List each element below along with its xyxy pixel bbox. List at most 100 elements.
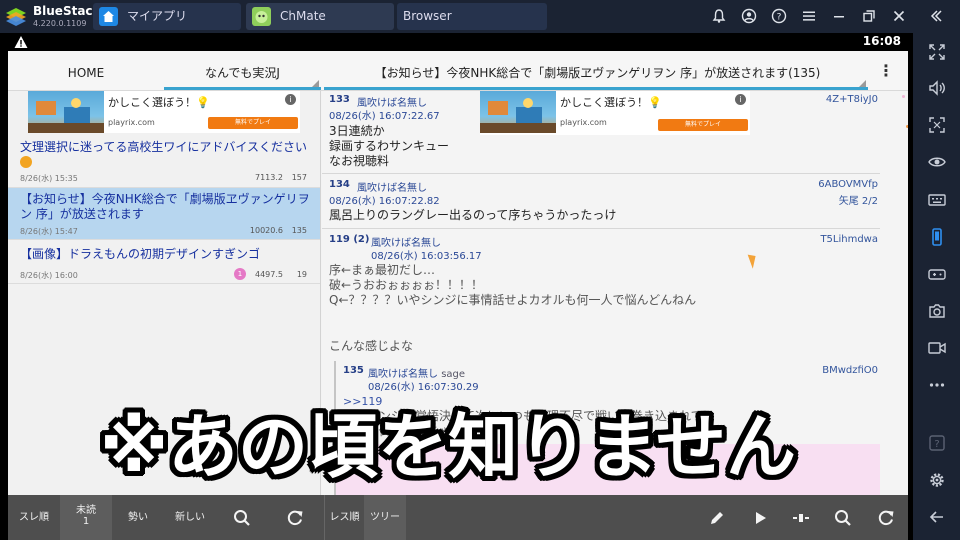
bulb-icon: 💡 bbox=[196, 96, 210, 109]
minimize-icon[interactable] bbox=[831, 8, 847, 24]
home-icon bbox=[99, 7, 118, 26]
back-arrow-icon[interactable] bbox=[927, 507, 947, 527]
settings-icon[interactable] bbox=[927, 470, 947, 490]
thread-row-selected[interactable]: 【お知らせ】今夜NHK総合で「劇場版ヱヴァンゲリヲン 序」が放送されます 8/2… bbox=[8, 188, 320, 240]
tab-board[interactable]: なんでも実況J bbox=[164, 51, 321, 91]
help-icon[interactable]: ? bbox=[771, 8, 787, 24]
thread-date: 8/26(水) 15:35 bbox=[20, 174, 78, 183]
thread-title: 【お知らせ】今夜NHK総合で「劇場版ヱヴァンゲリヲン 序」が放送されます bbox=[20, 192, 310, 221]
scroll-indicator bbox=[906, 125, 908, 128]
back-chevrons-icon[interactable] bbox=[928, 8, 944, 24]
ad-headline: かしこく選ぼう！💡 bbox=[108, 96, 210, 109]
restore-icon[interactable] bbox=[861, 8, 877, 24]
tab-thread[interactable]: 【お知らせ】今夜NHK総合で「劇場版ヱヴァンゲリヲン 序」が放送されます(135… bbox=[326, 51, 869, 91]
ad-thumbnail bbox=[28, 91, 104, 133]
gamepad-icon[interactable] bbox=[927, 264, 947, 284]
thread-date: 8/26(水) 15:47 bbox=[20, 227, 78, 236]
post-id-count: 矢尾 2/2 bbox=[838, 196, 878, 207]
post-number[interactable]: 119 (2) bbox=[329, 234, 369, 245]
svg-text:?: ? bbox=[777, 13, 782, 23]
svg-text:?: ? bbox=[934, 439, 939, 450]
volume-icon[interactable] bbox=[927, 78, 947, 98]
bell-icon[interactable] bbox=[711, 8, 727, 24]
grimace-emoji-icon bbox=[20, 156, 32, 168]
ad-headline: かしこく選ぼう！💡 bbox=[560, 96, 662, 109]
status-time: 16:08 bbox=[862, 34, 901, 48]
post-date: 08/26(水) 16:07:30.29 bbox=[368, 382, 479, 393]
thread-tab-indicator bbox=[324, 87, 868, 90]
ad-info-icon[interactable]: i bbox=[735, 94, 746, 105]
record-icon[interactable] bbox=[927, 338, 947, 358]
tab-my-apps-label: マイアプリ bbox=[127, 9, 188, 23]
bluestacks-sidebar: ? bbox=[913, 33, 960, 540]
user-icon[interactable] bbox=[741, 8, 757, 24]
fullscreen-icon[interactable] bbox=[927, 42, 947, 62]
tab-browser[interactable]: Browser bbox=[397, 3, 547, 30]
menu-icon[interactable] bbox=[801, 8, 817, 24]
sort-thread-order-button[interactable]: スレ順 bbox=[8, 495, 60, 540]
overflow-menu-icon[interactable]: ⋮ bbox=[878, 61, 894, 81]
post-id[interactable]: 6ABOVMVfp bbox=[752, 179, 878, 190]
search-icon[interactable] bbox=[232, 508, 252, 528]
post-divider bbox=[322, 173, 880, 174]
refresh-icon[interactable] bbox=[285, 508, 305, 528]
video-caption: ※あの頃を知りません bbox=[100, 406, 796, 488]
post-id[interactable]: T5Lihmdwa bbox=[752, 234, 878, 245]
more-icon[interactable] bbox=[927, 375, 947, 395]
post-body: 序←まぁ最初だし… 破←うおおぉぉぉぉ！！！！ Q←？？？？いやシンジに事情話せ… bbox=[329, 263, 697, 307]
post-number[interactable]: 134 bbox=[329, 179, 350, 190]
keyboard-icon[interactable] bbox=[927, 190, 947, 210]
ad-banner[interactable]: かしこく選ぼう！💡 playrix.com i 無料でプレイ bbox=[480, 91, 750, 135]
post-number[interactable]: 135 bbox=[343, 365, 364, 376]
ad-info-icon[interactable]: i bbox=[285, 94, 296, 105]
post-number[interactable]: 133 bbox=[329, 94, 350, 105]
thread-speed: 7113.2 bbox=[255, 173, 283, 182]
ad-cta-button[interactable]: 無料でプレイ bbox=[208, 117, 298, 129]
chmate-app-icon bbox=[252, 7, 271, 26]
tab-chmate[interactable]: ChMate bbox=[246, 3, 394, 30]
play-icon[interactable] bbox=[750, 508, 770, 528]
ad-banner[interactable]: かしこく選ぼう！💡 playrix.com i 無料でプレイ bbox=[28, 91, 300, 133]
mouse-cursor-icon bbox=[747, 252, 760, 269]
pencil-icon[interactable] bbox=[707, 508, 727, 528]
thread-row[interactable]: 【画像】ドラえもんの初期デザインすぎンゴ 8/26(水) 16:00 1 449… bbox=[8, 240, 320, 284]
thread-tab-corner bbox=[859, 80, 866, 87]
post-id[interactable]: BMwdzfiO0 bbox=[752, 365, 878, 376]
thread-count: 135 bbox=[291, 226, 307, 235]
warning-icon bbox=[14, 36, 28, 48]
post-id[interactable]: 4Z+T8iyJ0 bbox=[752, 94, 878, 105]
thread-speed: 10020.6 bbox=[249, 226, 283, 235]
ad-domain: playrix.com bbox=[108, 118, 155, 127]
post-date: 08/26(水) 16:07:22.82 bbox=[329, 196, 440, 207]
screenshot-region-icon[interactable] bbox=[927, 115, 947, 135]
help-icon[interactable]: ? bbox=[927, 433, 947, 453]
post-body: 風呂上りのラングレー出るのって序ちゃうかったっけ bbox=[329, 208, 617, 222]
bluestacks-logo-icon bbox=[6, 8, 26, 26]
tab-chmate-label: ChMate bbox=[280, 9, 326, 23]
refresh-icon[interactable] bbox=[876, 508, 896, 528]
bulb-icon: 💡 bbox=[648, 96, 662, 109]
post-divider bbox=[322, 228, 880, 229]
scroll-position-icon[interactable] bbox=[791, 508, 811, 528]
tab-my-apps[interactable]: マイアプリ bbox=[93, 3, 241, 30]
eye-icon[interactable] bbox=[927, 152, 947, 172]
post-date: 08/26(水) 16:03:56.17 bbox=[371, 251, 482, 262]
bluestacks-title-bar: BlueStacks 4.220.0.1109 マイアプリ ChMate Bro… bbox=[0, 0, 960, 33]
tab-browser-label: Browser bbox=[403, 9, 452, 23]
thread-speed: 4497.5 bbox=[255, 270, 283, 279]
thread-title: 【画像】ドラえもんの初期デザインすぎンゴ bbox=[20, 247, 261, 261]
phone-icon[interactable] bbox=[927, 227, 947, 247]
thread-count: 19 bbox=[296, 270, 307, 279]
ad-cta-button[interactable]: 無料でプレイ bbox=[658, 119, 748, 131]
tab-home[interactable]: HOME bbox=[8, 51, 164, 91]
close-icon[interactable] bbox=[891, 8, 907, 24]
thread-date: 8/26(水) 16:00 bbox=[20, 271, 78, 280]
camera-icon[interactable] bbox=[927, 301, 947, 321]
thread-count: 157 bbox=[291, 173, 307, 182]
board-tab-corner bbox=[312, 80, 319, 87]
search-icon[interactable] bbox=[833, 508, 853, 528]
thread-row[interactable]: 文理選択に迷ってる高校生ワイにアドバイスください 8/26(水) 15:35 7… bbox=[8, 136, 320, 188]
bluestacks-version: 4.220.0.1109 bbox=[33, 19, 87, 28]
thread-title: 文理選択に迷ってる高校生ワイにアドバイスください bbox=[20, 140, 318, 170]
app-tab-bar: HOME なんでも実況J 【お知らせ】今夜NHK総合で「劇場版ヱヴァンゲリヲン … bbox=[8, 51, 908, 91]
